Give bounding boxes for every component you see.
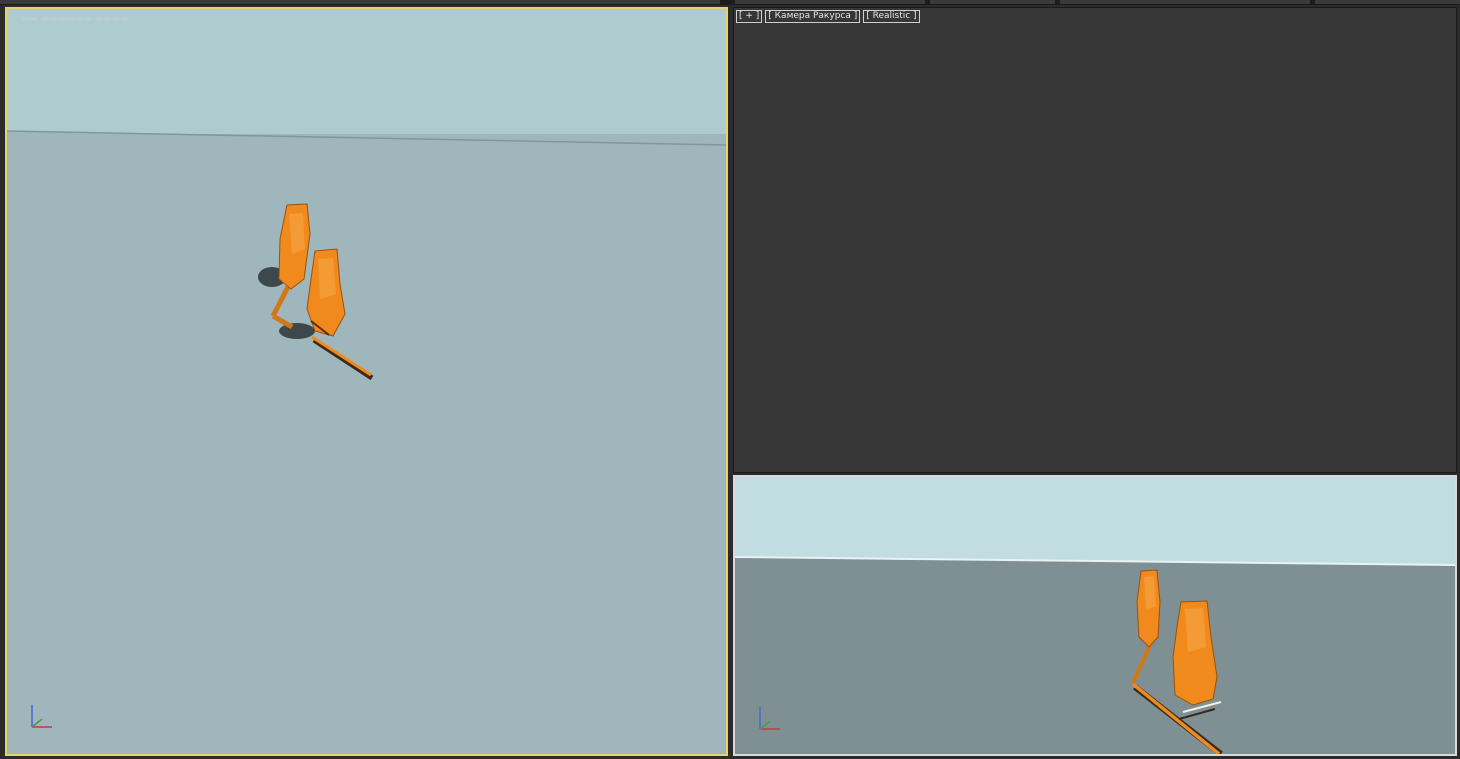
viewport-scene-left: [7, 130, 726, 754]
toolbar-segment: [735, 0, 925, 4]
viewport-scene-right: [735, 477, 1455, 754]
axis-tripod-icon: [759, 707, 780, 730]
robot-highlight: [318, 258, 336, 299]
viewport-sky: [735, 477, 1455, 565]
viewport-shading-label[interactable]: [ Realistic ]: [863, 10, 920, 23]
ground-plane: [7, 131, 726, 754]
ground-plane: [735, 557, 1455, 754]
toolbar-segment: [930, 0, 1055, 4]
axis-tripod-icon: [31, 705, 52, 728]
viewport-menu-button[interactable]: [ + ]: [736, 10, 763, 23]
perspective-viewport-bottom-right[interactable]: [733, 475, 1457, 756]
toolbar-segment: [1060, 0, 1310, 4]
toolbar-segment: [0, 0, 720, 4]
robot-highlight: [1185, 608, 1206, 652]
camera-viewport-top-right[interactable]: [ + ] [ Камера Ракурса ] [ Realistic ]: [733, 7, 1457, 473]
robot-highlight: [1144, 576, 1156, 609]
viewport-camera-label[interactable]: [ Камера Ракурса ]: [765, 10, 861, 23]
viewport-label: [ + ] [ Камера Ракурса ] [ Realistic ]: [736, 10, 920, 23]
3d-app-window: ▬▬ ▬▬▬▬▬▬ ▬▬▬▬ [+] [Камера Ракурса] …: [0, 0, 1460, 759]
top-toolbar-strip: [0, 0, 1460, 5]
perspective-viewport-left[interactable]: ▬▬ ▬▬▬▬▬▬ ▬▬▬▬: [5, 7, 728, 756]
toolbar-segment: [1315, 0, 1460, 4]
